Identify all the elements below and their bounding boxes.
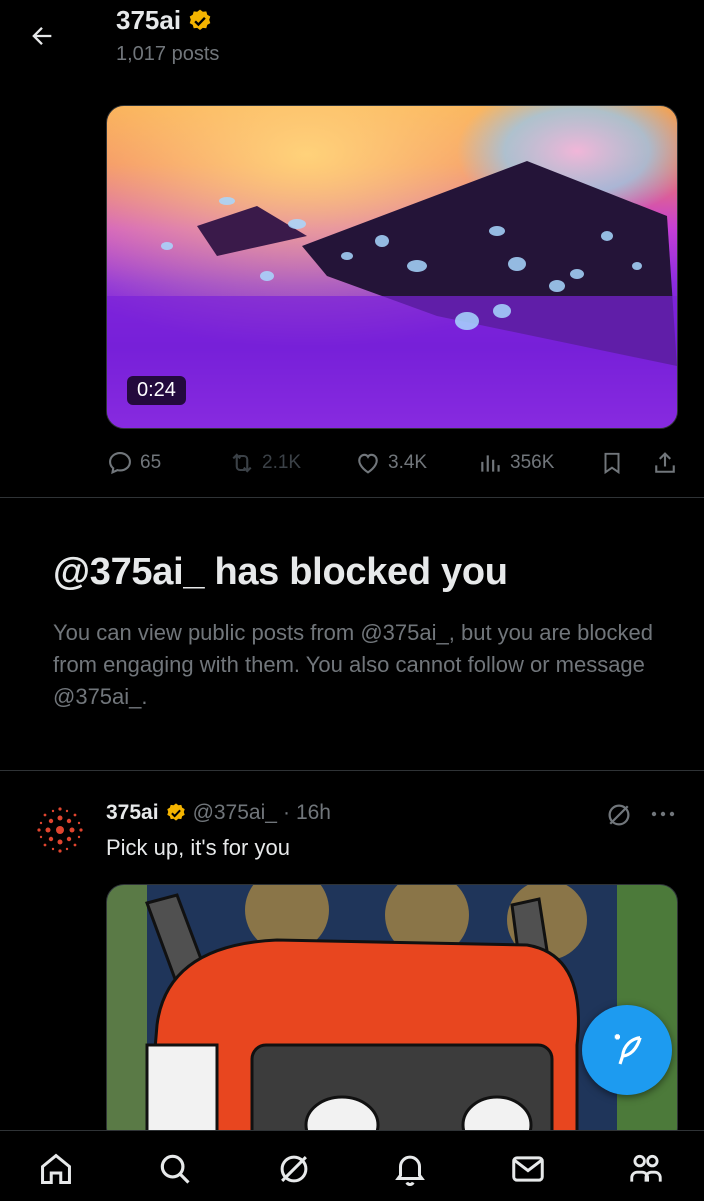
repost-icon (232, 453, 252, 473)
tweet-text: Pick up, it's for you (106, 835, 290, 860)
profile-title: 375ai (116, 5, 213, 36)
video-player[interactable]: 0:24 (106, 105, 678, 429)
video-duration-badge: 0:24 (127, 376, 186, 405)
cartoon-image (107, 885, 677, 1145)
views-count: 356K (510, 452, 555, 473)
search-icon (160, 1154, 190, 1184)
grok-icon (280, 1155, 308, 1183)
bookmark-icon (604, 452, 620, 475)
nav-notifications[interactable] (390, 1149, 430, 1189)
reply-icon (109, 452, 131, 475)
bookmark-button[interactable] (599, 446, 625, 480)
profile-name: 375ai (116, 5, 182, 35)
share-button[interactable] (651, 446, 679, 480)
messages-icon (512, 1156, 544, 1182)
repost-button[interactable]: 2.1K (228, 446, 301, 480)
divider (0, 770, 704, 771)
more-icon (651, 811, 675, 817)
back-button[interactable] (26, 20, 58, 52)
tweet-author-handle[interactable]: @375ai_ (193, 801, 277, 825)
avatar-logo (37, 807, 83, 853)
grok-button[interactable] (604, 800, 634, 830)
gold-verified-badge-icon (166, 803, 185, 821)
avatar[interactable] (26, 796, 94, 864)
posts-count: 1,017 posts (116, 43, 220, 65)
blocked-title: @375ai_ has blocked you (53, 551, 508, 593)
arrow-left-icon (32, 27, 52, 45)
notifications-icon (395, 1155, 425, 1186)
repost-count: 2.1K (262, 452, 302, 473)
like-button[interactable]: 3.4K (354, 446, 427, 480)
bottom-navigation (0, 1130, 704, 1201)
like-icon (358, 453, 378, 474)
separator-dot: · (282, 801, 290, 824)
tweet-media-image[interactable] (106, 884, 678, 1146)
tweet-timestamp[interactable]: 16h (296, 801, 331, 825)
views-button[interactable]: 356K (478, 446, 554, 480)
home-icon (41, 1153, 71, 1184)
tweet-header: 375ai @375ai_ · 16h (106, 799, 331, 827)
communities-icon (630, 1154, 662, 1182)
share-icon (655, 452, 675, 473)
tweet-author-name[interactable]: 375ai (106, 801, 159, 825)
blocked-description: You can view public posts from @375ai_, … (53, 620, 653, 709)
more-options-button[interactable] (650, 806, 676, 822)
top-header: 375ai 1,017 posts (0, 0, 704, 78)
nav-home[interactable] (36, 1149, 76, 1189)
like-count: 3.4K (388, 452, 428, 473)
grok-icon (608, 804, 630, 826)
nav-communities[interactable] (626, 1149, 666, 1189)
gold-verified-badge-icon (189, 9, 211, 30)
views-icon (481, 455, 500, 472)
divider (0, 497, 704, 498)
nav-search[interactable] (155, 1149, 195, 1189)
compose-feather-icon (614, 1034, 642, 1065)
reply-count: 65 (140, 452, 162, 473)
nav-messages[interactable] (508, 1149, 548, 1189)
reply-button[interactable]: 65 (106, 446, 161, 480)
video-thumbnail (107, 106, 677, 428)
compose-post-button[interactable] (582, 1005, 672, 1095)
nav-grok[interactable] (274, 1149, 314, 1189)
post-actions-bar: 65 2.1K 3.4K 356K (106, 446, 681, 480)
